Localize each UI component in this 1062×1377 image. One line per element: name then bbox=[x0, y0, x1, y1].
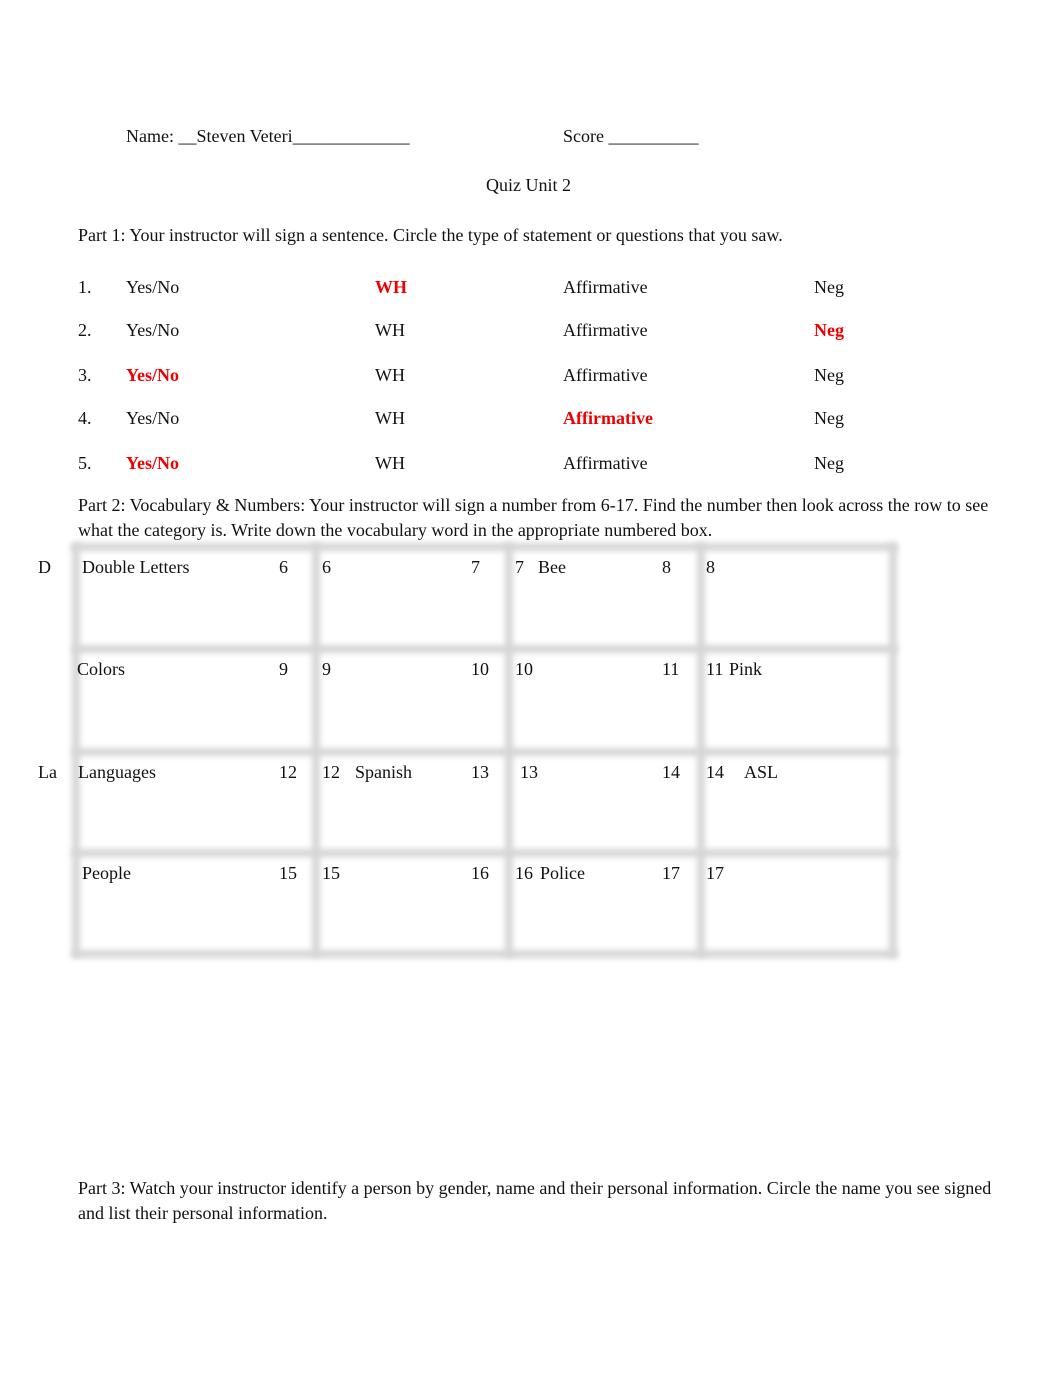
question-number: 4. bbox=[78, 408, 92, 428]
answer-option-selected[interactable]: Neg bbox=[814, 319, 844, 341]
prompt-number: 17 bbox=[662, 863, 680, 883]
answer-option[interactable]: Neg bbox=[814, 364, 844, 386]
prompt-number: 9 bbox=[279, 659, 288, 679]
answer-option[interactable]: WH bbox=[375, 407, 405, 429]
answer-box-text[interactable]: Bee bbox=[538, 556, 566, 578]
answer-option-selected[interactable]: Affirmative bbox=[563, 407, 653, 429]
table-border bbox=[72, 543, 80, 957]
part2-instructions: Part 2: Vocabulary & Numbers: Your instr… bbox=[78, 495, 989, 540]
table-border bbox=[312, 543, 320, 957]
answer-box-number: 6 bbox=[322, 557, 331, 577]
category-label: Languages bbox=[78, 762, 156, 782]
table-border bbox=[72, 849, 897, 857]
category-label: People bbox=[82, 863, 131, 883]
answer-box-number: 16 bbox=[515, 863, 533, 883]
answer-option[interactable]: WH bbox=[375, 319, 405, 341]
margin-note: D bbox=[38, 557, 51, 577]
answer-option-selected[interactable]: Yes/No bbox=[126, 452, 179, 474]
answer-option-selected[interactable]: WH bbox=[375, 276, 407, 298]
answer-box-text[interactable]: ASL bbox=[744, 761, 778, 783]
prompt-number: 15 bbox=[279, 863, 297, 883]
answer-box-number: 14 bbox=[706, 762, 724, 782]
answer-option[interactable]: Yes/No bbox=[126, 276, 179, 298]
answer-option[interactable]: Affirmative bbox=[563, 364, 648, 386]
answer-option[interactable]: Yes/No bbox=[126, 319, 179, 341]
prompt-number: 10 bbox=[471, 659, 489, 679]
answer-box-number: 17 bbox=[706, 863, 724, 883]
answer-option[interactable]: Neg bbox=[814, 452, 844, 474]
vocabulary-table-grid bbox=[0, 0, 1062, 1377]
answer-option[interactable]: Affirmative bbox=[563, 276, 648, 298]
answer-option-selected[interactable]: Yes/No bbox=[126, 364, 179, 386]
answer-option[interactable]: Affirmative bbox=[563, 452, 648, 474]
part1-instructions: Part 1: Your instructor will sign a sent… bbox=[78, 225, 783, 245]
prompt-number: 6 bbox=[279, 557, 288, 577]
prompt-number: 16 bbox=[471, 863, 489, 883]
answer-option[interactable]: Yes/No bbox=[126, 407, 179, 429]
prompt-number: 13 bbox=[471, 762, 489, 782]
table-border bbox=[72, 748, 897, 756]
part3-instructions: Part 3: Watch your instructor identify a… bbox=[78, 1178, 992, 1223]
answer-box-number: 10 bbox=[515, 659, 533, 679]
name-field[interactable]: Name: __Steven Veteri_____________ bbox=[126, 125, 410, 147]
answer-box-number: 8 bbox=[706, 557, 715, 577]
answer-box-number: 15 bbox=[322, 863, 340, 883]
category-label: Colors bbox=[77, 659, 126, 679]
table-border bbox=[72, 645, 897, 653]
margin-note: La bbox=[38, 762, 57, 782]
prompt-number: 12 bbox=[279, 762, 297, 782]
answer-option[interactable]: WH bbox=[375, 364, 405, 386]
answer-option[interactable]: WH bbox=[375, 452, 405, 474]
table-border bbox=[697, 543, 705, 957]
answer-box-number: 11 bbox=[706, 659, 724, 679]
answer-box-number: 7 bbox=[515, 557, 524, 577]
score-field[interactable]: Score __________ bbox=[563, 125, 698, 147]
prompt-number: 11 bbox=[662, 659, 680, 679]
prompt-number: 8 bbox=[662, 557, 671, 577]
answer-box-text[interactable]: Spanish bbox=[355, 761, 412, 783]
prompt-number: 7 bbox=[471, 557, 480, 577]
answer-option[interactable]: Neg bbox=[814, 276, 844, 298]
table-border bbox=[72, 950, 897, 958]
question-number: 3. bbox=[78, 365, 92, 385]
question-number: 5. bbox=[78, 453, 92, 473]
page-title: Quiz Unit 2 bbox=[486, 175, 571, 195]
answer-option[interactable]: Affirmative bbox=[563, 319, 648, 341]
answer-box-number: 9 bbox=[322, 659, 331, 679]
answer-option[interactable]: Neg bbox=[814, 407, 844, 429]
category-label: Double Letters bbox=[82, 557, 190, 577]
answer-box-number: 12 bbox=[322, 762, 340, 782]
table-border bbox=[72, 543, 897, 551]
question-number: 2. bbox=[78, 320, 92, 340]
question-number: 1. bbox=[78, 277, 92, 297]
answer-box-text[interactable]: Pink bbox=[729, 658, 762, 680]
answer-box-number: 13 bbox=[520, 762, 538, 782]
answer-box-text[interactable]: Police bbox=[540, 862, 585, 884]
prompt-number: 14 bbox=[662, 762, 680, 782]
table-border bbox=[889, 543, 897, 957]
table-border bbox=[505, 543, 513, 957]
